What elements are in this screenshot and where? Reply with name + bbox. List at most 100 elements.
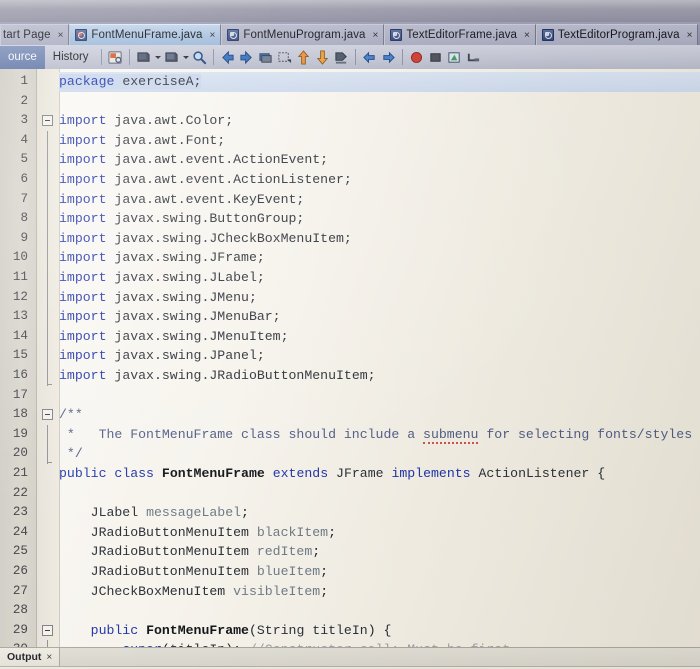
editor-tab-label: FontMenuFrame.java [91, 29, 203, 41]
forward-blue-icon [381, 50, 396, 65]
close-icon[interactable]: × [46, 652, 52, 663]
circle-red-icon [409, 50, 424, 65]
inspect-button[interactable] [446, 49, 463, 66]
editor-tab-label: TextEditorProgram.java [557, 29, 680, 41]
fold-guide-line [47, 326, 48, 347]
toolbar-separator [354, 49, 356, 65]
editor-tab-bar[interactable]: tart Page × FontMenuFrame.java × FontMenuPro… [0, 22, 700, 46]
editor-tab-0[interactable]: tart Page × [0, 24, 70, 45]
code-line[interactable]: 2 [0, 92, 700, 112]
code-line[interactable]: 17 [0, 386, 700, 406]
close-icon[interactable]: × [524, 30, 530, 41]
code-line[interactable]: 26 JRadioButtonMenuItem blueItem; [0, 562, 700, 582]
code-line[interactable]: 19 * The FontMenuFrame class should incl… [0, 425, 700, 445]
line-number: 14 [12, 328, 28, 343]
close-icon[interactable]: × [210, 30, 216, 41]
fold-guide-line [47, 424, 48, 445]
uncomment-button[interactable] [163, 49, 180, 66]
close-icon[interactable]: × [58, 30, 64, 41]
code-line[interactable]: 14 import javax.swing.JMenuItem; [0, 327, 700, 347]
code-line[interactable]: 12 import javax.swing.JMenu; [0, 288, 700, 308]
fold-guide-line [47, 346, 48, 366]
shift-line-right-button[interactable] [333, 49, 350, 66]
shift-line-up-button[interactable] [295, 49, 312, 66]
previous-bookmark-button[interactable] [257, 49, 274, 66]
code-line[interactable]: 13 import javax.swing.JMenuBar; [0, 307, 700, 327]
view-tab-ource[interactable]: ource [0, 45, 45, 69]
line-number: 2 [20, 93, 28, 108]
editor-tab-1[interactable]: FontMenuFrame.java × [69, 24, 222, 45]
editor-tab-4[interactable]: TextEditorProgram.java × [535, 24, 699, 45]
stop-button[interactable] [408, 49, 425, 66]
inspect-green-icon [447, 50, 462, 65]
code-line[interactable]: 23 JLabel messageLabel; [0, 503, 700, 523]
previous-edit-button[interactable] [361, 49, 378, 66]
view-tab-label: History [52, 51, 89, 63]
code-line[interactable]: 1 package exerciseA; [0, 72, 700, 92]
toolbar-separator [100, 49, 102, 65]
code-line[interactable]: 20 */ [0, 444, 700, 464]
output-tab[interactable]: Output × [0, 648, 61, 667]
code-editor[interactable]: 1 package exerciseA; 2 3 import java.awt.Col… [0, 69, 700, 647]
editor-tab-3[interactable]: TextEditorFrame.java × [384, 24, 536, 45]
fold-collapse-box[interactable] [42, 624, 53, 636]
code-line[interactable]: 11 import javax.swing.JLabel; [0, 268, 700, 288]
fold-collapse-box[interactable] [42, 115, 53, 127]
code-line[interactable]: 25 JRadioButtonMenuItem redItem; [0, 542, 700, 562]
editor-toolbar[interactable]: ource History [0, 45, 700, 70]
code-line[interactable]: 3 import java.awt.Color; [0, 111, 700, 131]
toggle-bookmark-button[interactable] [276, 49, 293, 66]
code-line[interactable]: 7 import java.awt.event.KeyEvent; [0, 190, 700, 210]
stop-square-button[interactable] [427, 49, 444, 66]
code-line[interactable]: 5 import java.awt.event.ActionEvent; [0, 150, 700, 170]
code-line[interactable]: 16 import javax.swing.JRadioButtonMenuIte… [0, 366, 700, 386]
magnifier-icon [192, 50, 207, 65]
editor-tab-label: tart Page [3, 29, 51, 41]
code-line[interactable]: 9 import javax.swing.JCheckBoxMenuItem; [0, 229, 700, 249]
close-icon[interactable]: × [373, 30, 379, 41]
code-line[interactable]: 4 import java.awt.Font; [0, 131, 700, 151]
code-line[interactable]: 29 public FontMenuFrame(String titleIn) … [0, 621, 700, 641]
view-tab-group[interactable]: ource History [0, 45, 97, 69]
code-line[interactable]: 27 JCheckBoxMenuItem visibleItem; [0, 582, 700, 602]
find-selection-button[interactable] [191, 49, 208, 66]
last-edit-button[interactable] [465, 49, 482, 66]
square-grey-icon [428, 50, 443, 65]
find-next-button[interactable] [238, 49, 255, 66]
line-number: 6 [20, 172, 28, 186]
code-line[interactable]: 28 [0, 601, 700, 621]
fold-guide-line [47, 209, 48, 229]
view-tab-history[interactable]: History [45, 46, 97, 69]
fold-guide-line [47, 130, 48, 151]
java-file-icon [541, 29, 554, 41]
shift-line-down-button[interactable] [314, 49, 331, 66]
toggle-highlight-search-button[interactable] [107, 49, 124, 66]
line-number: 23 [12, 505, 28, 520]
fold-collapse-box[interactable] [42, 409, 53, 421]
line-number: 3 [20, 113, 28, 128]
editor-tab-2[interactable]: FontMenuProgram.java × [221, 24, 385, 45]
close-icon[interactable]: × [687, 30, 693, 41]
code-line[interactable]: 24 JRadioButtonMenuItem blackItem; [0, 523, 700, 543]
code-line[interactable]: 6 import java.awt.event.ActionListener; [0, 170, 700, 190]
code-line[interactable]: 22 [0, 484, 700, 504]
code-line-text: super(titleIn); //Constructor call; Must… [59, 640, 518, 647]
next-edit-button[interactable] [380, 49, 397, 66]
toolbar-separator [401, 49, 403, 65]
chevron-down-icon[interactable] [154, 49, 161, 65]
chevron-down-icon[interactable] [182, 49, 189, 65]
code-line[interactable]: 15 import javax.swing.JPanel; [0, 346, 700, 366]
find-previous-button[interactable] [219, 49, 236, 66]
comment-button[interactable] [135, 49, 152, 66]
code-line[interactable]: 30 super(titleIn); //Constructor call; M… [0, 640, 700, 647]
code-line-text: * The FontMenuFrame class should include… [59, 426, 693, 444]
code-line[interactable]: 8 import javax.swing.ButtonGroup; [0, 209, 700, 229]
code-line[interactable]: 18 /** [0, 405, 700, 425]
code-lines-container[interactable]: 1 package exerciseA; 2 3 import java.awt.Col… [0, 69, 700, 647]
code-line[interactable]: 21 public class FontMenuFrame extends JFr… [0, 464, 700, 484]
output-panel-bar[interactable]: Output × [0, 647, 700, 669]
code-line[interactable]: 10 import javax.swing.JFrame; [0, 248, 700, 268]
java-file-icon [390, 29, 403, 41]
line-number: 5 [20, 152, 28, 167]
toolbar-button-group[interactable] [106, 49, 483, 66]
